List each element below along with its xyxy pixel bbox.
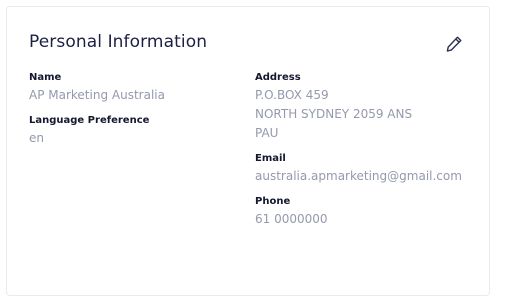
name-value: AP Marketing Australia xyxy=(29,88,165,102)
right-column: Address P.O.BOX 459 NORTH SYDNEY 2059 AN… xyxy=(255,72,470,239)
email-field: Email australia.apmarketing@gmail.com xyxy=(255,153,470,186)
phone-field: Phone 61 0000000 xyxy=(255,196,470,229)
language-label: Language Preference xyxy=(29,115,150,126)
address-line-1: P.O.BOX 459 xyxy=(255,88,329,102)
personal-information-card: Personal Information Name AP Marketing A… xyxy=(6,6,490,296)
language-field: Language Preference en xyxy=(29,115,239,148)
name-field: Name AP Marketing Australia xyxy=(29,72,239,105)
email-value: australia.apmarketing@gmail.com xyxy=(255,169,462,183)
edit-button[interactable] xyxy=(444,34,464,54)
language-value: en xyxy=(29,131,44,145)
card-title: Personal Information xyxy=(29,32,208,52)
phone-label: Phone xyxy=(255,196,291,207)
address-line-3: PAU xyxy=(255,126,279,140)
address-line-2: NORTH SYDNEY 2059 ANS xyxy=(255,107,413,121)
pencil-icon xyxy=(446,36,462,52)
left-column: Name AP Marketing Australia Language Pre… xyxy=(29,72,239,158)
address-field: Address P.O.BOX 459 NORTH SYDNEY 2059 AN… xyxy=(255,72,470,143)
phone-value: 61 0000000 xyxy=(255,212,328,226)
name-label: Name xyxy=(29,72,62,83)
email-label: Email xyxy=(255,153,286,164)
address-label: Address xyxy=(255,72,301,83)
